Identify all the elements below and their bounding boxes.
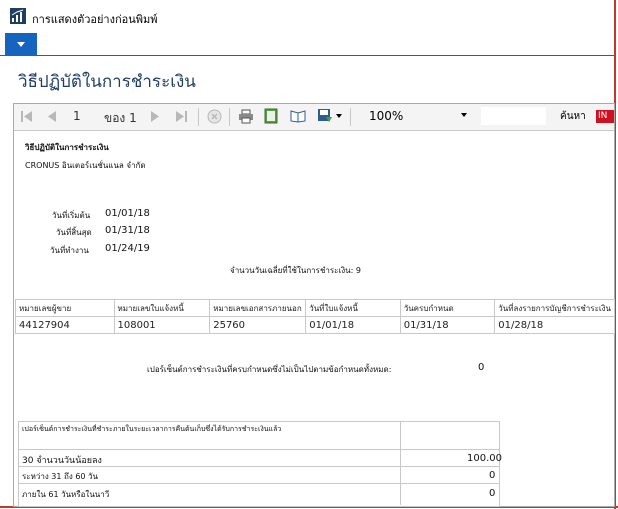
print-icon[interactable] <box>238 109 254 124</box>
work-date-value: 01/24/19 <box>105 243 150 254</box>
find-input[interactable] <box>481 107 546 125</box>
column-header: วันครบกำหนด <box>399 299 496 317</box>
toolbar-separator <box>229 108 230 126</box>
print-layout-icon[interactable] <box>264 108 278 124</box>
work-date-label: วันที่ทำงาน <box>50 246 89 255</box>
summary-divider <box>18 449 499 450</box>
start-date-label: วันที่เริ่มต้น <box>52 211 91 220</box>
overdue-percent-label: เปอร์เซ็นต์การชำระเงินที่ครบกำหนดซึ่งไม่… <box>147 365 392 374</box>
column-header: วันที่ลงรายการบัญชีการชำระเงิน <box>494 299 615 317</box>
chevron-down-icon <box>461 113 467 117</box>
zoom-value: 100% <box>369 109 404 123</box>
column-header: หมายเลขใบแจ้งหนี้ <box>113 299 211 317</box>
invoice-table: หมายเลขผู้ขาย หมายเลขใบแจ้งหนี้ หมายเลขเ… <box>15 299 615 334</box>
toolbar-separator <box>198 108 199 126</box>
export-icon[interactable] <box>317 108 333 124</box>
page-count-label: ของ 1 <box>104 111 137 125</box>
title-bar: การแสดงตัวอย่างก่อนพิมพ์ <box>0 0 614 32</box>
toolbar-separator <box>350 108 351 126</box>
export-dropdown-icon[interactable] <box>336 114 342 118</box>
stop-icon[interactable] <box>207 109 222 124</box>
external-doc-no-cell: 25760 <box>209 316 307 334</box>
first-page-icon[interactable] <box>21 111 32 122</box>
table-header-row: หมายเลขผู้ขาย หมายเลขใบแจ้งหนี้ หมายเลขเ… <box>15 299 615 317</box>
report-viewer: 1 ของ 1 100% ค้นหา IN วิธีปฏิบัติในการชำ… <box>13 103 615 507</box>
summary-value: 100.00 <box>467 453 502 464</box>
page-setup-icon[interactable] <box>290 109 306 123</box>
column-header: วันที่ใบแจ้งหนี้ <box>305 299 401 317</box>
next-page-icon[interactable] <box>151 111 160 122</box>
overdue-percent-value: 0 <box>478 362 485 373</box>
window-title: การแสดงตัวอย่างก่อนพิมพ์ <box>32 13 158 26</box>
summary-label: 30 จำนวนวันน้อยลง <box>22 456 102 466</box>
column-header: หมายเลขผู้ขาย <box>15 299 115 317</box>
vendor-no-cell: 44127904 <box>15 316 115 334</box>
zoom-select[interactable]: 100% <box>364 107 467 125</box>
start-date-value: 01/01/18 <box>105 208 150 219</box>
invoice-no-cell: 108001 <box>113 316 211 334</box>
end-date-value: 01/31/18 <box>105 225 150 236</box>
current-page-input[interactable]: 1 <box>73 109 81 123</box>
report-toolbar: 1 ของ 1 100% ค้นหา IN <box>14 104 614 131</box>
language-indicator: IN <box>596 110 614 123</box>
summary-divider <box>18 483 499 484</box>
find-button[interactable]: ค้นหา <box>560 109 586 124</box>
summary-divider <box>400 421 401 505</box>
summary-label: ภายใน 61 วันหรือในนาวี <box>22 490 110 499</box>
summary-value: 0 <box>489 470 496 481</box>
end-date-label: วันที่สิ้นสุด <box>56 228 92 237</box>
page-title: วิธีปฏิบัติในการชำระเงิน <box>18 72 196 92</box>
column-header: หมายเลขเอกสารภายนอก <box>209 299 307 317</box>
ribbon-divider <box>0 55 614 56</box>
chevron-down-icon <box>17 42 25 47</box>
last-page-icon[interactable] <box>176 111 187 122</box>
average-days-text: จำนวนวันเฉลี่ยที่ใช้ในการชำระเงิน: 9 <box>230 266 361 275</box>
company-name: CRONUS อินเตอร์เนชั่นแนล จำกัด <box>25 161 146 170</box>
summary-value: 0 <box>489 488 496 499</box>
summary-header: เปอร์เซ็นต์การชำระเงินที่ชำระภายในระยะเว… <box>22 425 282 433</box>
invoice-date-cell: 01/01/18 <box>305 316 401 334</box>
report-title: วิธีปฏิบัติในการชำระเงิน <box>25 143 109 152</box>
app-icon <box>10 8 26 24</box>
ribbon-toggle-button[interactable] <box>5 33 37 55</box>
payment-posting-date-cell: 01/28/18 <box>494 316 615 334</box>
summary-label: ระหว่าง 31 ถึง 60 วัน <box>22 472 98 481</box>
due-date-cell: 01/31/18 <box>399 316 496 334</box>
previous-page-icon[interactable] <box>47 111 56 122</box>
table-row: 44127904 108001 25760 01/01/18 01/31/18 … <box>15 316 615 334</box>
